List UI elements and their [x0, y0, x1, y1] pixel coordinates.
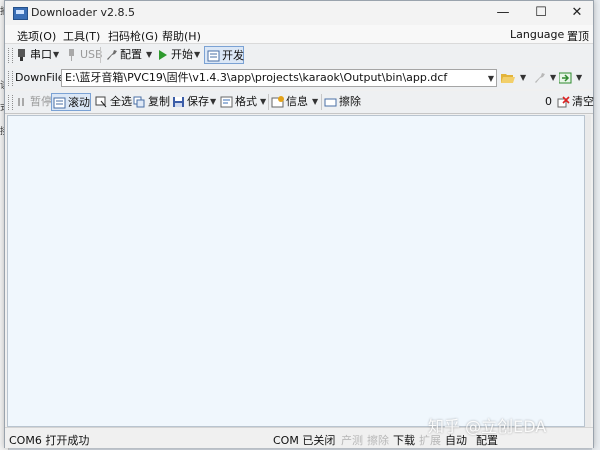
menu-scanner[interactable]: 扫码枪(G) [108, 28, 158, 44]
close-button[interactable]: ✕ [559, 1, 595, 25]
info-label: 信息 [286, 95, 308, 108]
start-dropdown-icon[interactable]: ▼ [194, 50, 200, 59]
download-status[interactable]: 下载 [393, 432, 415, 448]
develop-icon [207, 50, 220, 62]
com-status-text: COM 已关闭 [273, 434, 336, 447]
select-all-label: 全选 [110, 95, 132, 108]
window-title: Downloader v2.8.5 [31, 6, 135, 19]
serial-dropdown-icon[interactable]: ▼ [53, 50, 59, 59]
downloader-window: Downloader v2.8.5 — ☐ ✕ 选项(O) 工具(T) 扫码枪(… [4, 0, 594, 448]
export-icon [558, 72, 572, 84]
menu-options[interactable]: 选项(O) [17, 28, 56, 44]
eraser-icon [324, 96, 337, 108]
develop-label: 开发 [222, 49, 244, 62]
copy-icon [133, 96, 146, 108]
menu-pin-top[interactable]: 置顶 [567, 28, 589, 44]
serial-port-button[interactable]: 串口 [15, 46, 52, 64]
pause-label: 暂停 [30, 95, 52, 108]
menu-help[interactable]: 帮助(H) [162, 28, 201, 44]
start-label: 开始 [171, 48, 193, 61]
open-folder-button[interactable] [501, 69, 516, 87]
app-icon [13, 7, 28, 20]
select-all-button[interactable]: 全选 [95, 93, 132, 111]
clear-label: 清空 [572, 95, 594, 108]
menu-language[interactable]: Language [510, 28, 564, 41]
port-status-text: COM6 打开成功 [9, 434, 90, 447]
erase-label: 擦除 [339, 95, 361, 108]
config-button[interactable]: 配置 [105, 46, 142, 64]
clear-icon [557, 96, 570, 108]
save-button[interactable]: 保存 [172, 93, 209, 111]
toolbar-grip[interactable] [8, 95, 13, 110]
save-label: 保存 [187, 95, 209, 108]
play-icon [156, 49, 169, 61]
log-toolbar: 暂停 滚动 全选 复制 保存 ▼ 格式 ▼ 信息 ▼ 擦除 0 清空 [5, 91, 594, 114]
export-button[interactable] [558, 69, 574, 87]
title-bar[interactable]: Downloader v2.8.5 — ☐ ✕ [5, 1, 593, 25]
info-icon [271, 96, 284, 108]
log-output-area[interactable] [7, 115, 585, 427]
scroll-label: 滚动 [68, 96, 90, 109]
format-label: 格式 [235, 95, 257, 108]
file-path-value: E:\蓝牙音箱\PVC19\固件\v1.4.3\app\projects\kar… [65, 71, 448, 84]
pause-button[interactable]: 暂停 [15, 93, 52, 111]
watermark-text: 知乎 @立创EDA [428, 417, 547, 436]
downfile-label: DownFile [15, 71, 65, 84]
scroll-icon [53, 97, 66, 109]
erase-button[interactable]: 擦除 [324, 93, 361, 111]
develop-button[interactable]: 开发 [204, 46, 244, 64]
folder-open-icon [501, 72, 515, 84]
config-dropdown-icon[interactable]: ▼ [146, 50, 152, 59]
main-toolbar: 串口 ▼ USB 配置 ▼ 开始 ▼ 开发 [5, 43, 593, 66]
menu-tools[interactable]: 工具(T) [63, 28, 100, 44]
usb-icon [65, 49, 78, 61]
config-label: 配置 [120, 48, 142, 61]
format-icon [220, 96, 233, 108]
clear-button[interactable]: 清空 [557, 93, 594, 111]
format-dropdown-icon[interactable]: ▼ [260, 97, 266, 106]
serial-port-icon [15, 49, 28, 61]
open-dropdown-icon[interactable]: ▼ [520, 73, 526, 82]
export-dropdown-icon[interactable]: ▼ [576, 73, 582, 82]
tool-icon [533, 72, 546, 84]
pause-icon [15, 96, 28, 108]
file-path-combobox[interactable]: E:\蓝牙音箱\PVC19\固件\v1.4.3\app\projects\kar… [61, 69, 497, 87]
erase-status[interactable]: 擦除 [367, 432, 389, 448]
usb-button[interactable]: USB [65, 46, 103, 64]
save-icon [172, 96, 185, 108]
minimize-button[interactable]: — [485, 1, 521, 25]
toolbar-grip[interactable] [8, 48, 13, 63]
toolbar-separator [268, 94, 269, 110]
vertical-scrollbar[interactable] [585, 115, 591, 427]
start-button[interactable]: 开始 [156, 46, 193, 64]
file-toolbar: DownFile E:\蓝牙音箱\PVC19\固件\v1.4.3\app\pro… [5, 67, 593, 89]
tool-dropdown-icon[interactable]: ▼ [550, 73, 556, 82]
wrench-icon [105, 49, 118, 61]
scroll-button[interactable]: 滚动 [51, 93, 91, 111]
save-dropdown-icon[interactable]: ▼ [210, 97, 216, 106]
info-button[interactable]: 信息 [271, 93, 308, 111]
tool-button[interactable] [533, 69, 548, 87]
copy-button[interactable]: 复制 [133, 93, 170, 111]
maximize-button[interactable]: ☐ [523, 1, 559, 25]
menu-bar: 选项(O) 工具(T) 扫码枪(G) 帮助(H) Language 置顶 [5, 25, 593, 43]
info-dropdown-icon[interactable]: ▼ [312, 97, 318, 106]
toolbar-separator [100, 47, 101, 63]
produce-test-status[interactable]: 产测 [341, 432, 363, 448]
copy-label: 复制 [148, 95, 170, 108]
toolbar-grip[interactable] [8, 71, 13, 86]
serial-port-label: 串口 [30, 48, 52, 61]
line-count: 0 [545, 95, 552, 108]
format-button[interactable]: 格式 [220, 93, 257, 111]
path-dropdown-icon[interactable]: ▼ [488, 71, 494, 86]
select-all-icon [95, 96, 108, 108]
toolbar-separator [321, 94, 322, 110]
